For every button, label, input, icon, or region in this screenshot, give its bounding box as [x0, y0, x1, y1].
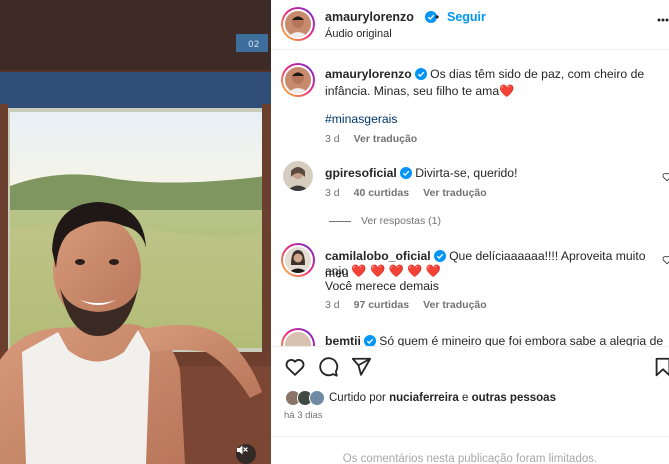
original-audio-link[interactable]: Áudio original	[325, 28, 392, 40]
save-icon[interactable]	[653, 356, 669, 378]
liked-by-prefix: Curtido por	[329, 392, 386, 404]
comment-icon[interactable]	[317, 356, 339, 378]
comment-translate-link[interactable]: Ver tradução	[423, 299, 487, 311]
caption-time[interactable]: 3 d	[325, 133, 340, 145]
commenter-username[interactable]: gpiresoficial	[325, 166, 397, 180]
comment-meta: 3 d 40 curtidas Ver tradução	[325, 187, 501, 199]
caption-meta: 3 d Ver tradução	[325, 133, 431, 145]
commenter-avatar[interactable]	[283, 161, 313, 191]
train-number: 02	[248, 40, 259, 50]
liked-by-text: Curtido por nuciaferreira e outras pesso…	[329, 392, 556, 404]
comment-translate-link[interactable]: Ver tradução	[423, 187, 487, 199]
comment-item: bemtii Só quem é mineiro que foi embora …	[271, 328, 669, 346]
replies-line	[329, 220, 351, 222]
commenter-avatar[interactable]	[281, 328, 315, 346]
hashtag-link[interactable]: #minasgerais	[325, 112, 397, 126]
liked-by-joiner: e	[461, 392, 469, 404]
comment-text-block: gpiresoficial Divirta-se, querido!	[325, 165, 655, 182]
liked-by-others[interactable]: outras pessoas	[472, 392, 556, 404]
caption-author-username[interactable]: amaurylorenzo	[325, 67, 412, 81]
post-details-panel: amaurylorenzo • Seguir Áudio original am…	[271, 0, 669, 464]
header-separator: •	[435, 10, 440, 24]
view-replies-button[interactable]: Ver respostas (1)	[329, 215, 441, 227]
post-photo[interactable]: 02	[0, 0, 271, 464]
commenter-avatar[interactable]	[281, 243, 315, 277]
author-avatar[interactable]	[281, 7, 315, 41]
view-replies-label: Ver respostas (1)	[361, 215, 441, 227]
post-header: amaurylorenzo • Seguir Áudio original	[271, 0, 669, 50]
comment-time[interactable]: 3 d	[325, 299, 340, 311]
comment-text-line: anjo ❤️ ❤️ ❤️ ❤️ ❤️	[325, 264, 441, 278]
comment-text-line-row: Você merece demais	[325, 278, 655, 295]
verified-badge-icon	[399, 167, 412, 179]
comment-likes[interactable]: 97 curtidas	[354, 299, 409, 311]
comment-meta: 3 d 97 curtidas Ver tradução	[325, 299, 501, 311]
muted-speaker-icon	[237, 445, 248, 455]
liker-avatar[interactable]	[309, 390, 325, 406]
comment-like-heart-icon[interactable]	[662, 255, 669, 265]
comment-item: gpiresoficial Divirta-se, querido! 3 d 40…	[271, 160, 669, 240]
more-options-icon[interactable]	[657, 18, 669, 22]
comment-text: Só quem é mineiro que foi embora sabe a …	[379, 334, 664, 346]
caption-hashtag-row: #minasgerais	[325, 111, 655, 128]
follow-button[interactable]: Seguir	[447, 10, 486, 24]
post-photo-image: 02	[0, 0, 271, 464]
liked-by-user[interactable]: nuciaferreira	[389, 392, 459, 404]
comment-like-heart-icon[interactable]	[662, 172, 669, 182]
caption-translate-link[interactable]: Ver tradução	[354, 133, 418, 145]
comment-text: Divirta-se, querido!	[415, 166, 518, 180]
comments-limited-notice: Os comentários nesta publicação foram li…	[271, 436, 669, 464]
commenter-username[interactable]: camilalobo_oficial	[325, 249, 431, 263]
post-timestamp[interactable]: há 3 dias	[284, 410, 323, 421]
post-caption: amaurylorenzo Os dias têm sido de paz, c…	[271, 60, 669, 155]
author-username[interactable]: amaurylorenzo	[325, 10, 414, 24]
verified-badge-icon	[433, 250, 446, 262]
verified-badge-icon	[363, 335, 376, 346]
verified-badge-icon	[414, 68, 427, 80]
mute-button[interactable]	[236, 444, 256, 464]
comment-text-line: Você merece demais	[325, 279, 439, 293]
heart-icon[interactable]	[284, 356, 306, 378]
caption-text-block: amaurylorenzo Os dias têm sido de paz, c…	[325, 66, 655, 100]
comment-time[interactable]: 3 d	[325, 187, 340, 199]
caption-author-avatar[interactable]	[281, 63, 315, 97]
share-icon[interactable]	[350, 356, 372, 378]
comment-text-block: bemtii Só quem é mineiro que foi embora …	[325, 333, 663, 346]
comment-likes[interactable]: 40 curtidas	[354, 187, 409, 199]
comment-item: camilalobo_oficial Que delíciaaaaaa!!!! …	[271, 243, 669, 323]
commenter-username[interactable]: bemtii	[325, 334, 361, 346]
post-actions: Curtido por nuciaferreira e outras pesso…	[271, 346, 669, 464]
